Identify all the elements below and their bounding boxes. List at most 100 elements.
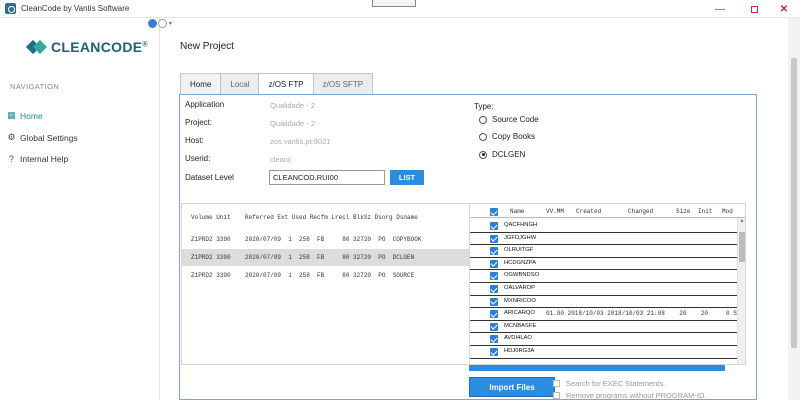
member-row[interactable]: MCNBASFE — [470, 321, 737, 334]
back-icon — [148, 19, 157, 28]
zos-ftp-panel: Application Qualidade - 2 Project: Quali… — [179, 94, 757, 400]
radio-icon — [479, 150, 487, 159]
member-name: ARICARQO — [504, 310, 535, 317]
radio-label: DCLGEN — [492, 150, 526, 159]
checkbox — [553, 380, 560, 387]
sidebar: CLEANCODE® NAVIGATION ▦ Home ⚙ Global Se… — [0, 18, 160, 400]
scrollbar-thumb[interactable] — [791, 58, 797, 348]
window-title: CleanCode by Vantis Software — [21, 4, 130, 13]
member-checkbox[interactable] — [490, 222, 498, 230]
sidebar-item-home[interactable]: ▦ Home — [7, 110, 42, 121]
member-row[interactable]: OLRUITGF — [470, 245, 737, 258]
column-mod: Mod — [722, 208, 733, 215]
member-checkbox[interactable] — [490, 335, 498, 344]
sidebar-item-global-settings[interactable]: ⚙ Global Settings — [7, 132, 78, 143]
import-files-button[interactable]: Import Files — [469, 377, 555, 397]
member-name: OGWBNDSO — [504, 272, 540, 279]
host-value: zos.vantis.pt:9021 — [270, 137, 331, 146]
dataset-row[interactable]: Z1PRD2 3390 2020/07/09 1 258 FB 80 32720… — [182, 231, 469, 248]
main-scrollbar[interactable] — [788, 18, 800, 400]
member-row[interactable]: OALVAROP — [470, 283, 737, 296]
radio-icon — [479, 115, 487, 124]
member-row[interactable]: QACFHNGH — [470, 220, 737, 233]
member-checkbox[interactable] — [490, 322, 498, 331]
tab-zos-ftp[interactable]: z/OS FTP — [258, 73, 314, 95]
column-changed: Changed — [628, 208, 654, 215]
radio-label: Copy Books — [492, 132, 536, 141]
option-search-exec[interactable]: Search for EXEC Statements. — [553, 379, 665, 388]
member-checkbox[interactable] — [490, 259, 498, 268]
member-checkbox[interactable] — [490, 310, 498, 319]
application-label: Application — [185, 100, 225, 109]
column-init: Init — [698, 208, 713, 215]
maximize-button[interactable] — [737, 0, 771, 18]
minimize-button[interactable]: — — [703, 0, 737, 18]
member-name: AVDI4LAO — [504, 335, 532, 342]
title-drag-handle[interactable] — [372, 0, 416, 7]
member-list-header: Name VV.MM Created Changed Size Init Mod — [470, 206, 745, 218]
radio-copy-books[interactable]: Copy Books — [479, 132, 535, 141]
close-icon: ✕ — [779, 3, 789, 15]
member-row[interactable]: JGFDJGHW — [470, 233, 737, 246]
member-checkbox[interactable] — [490, 297, 498, 306]
member-name: HDJ0RG3A — [504, 348, 535, 354]
option-remove-no-program-id[interactable]: Remove programs without PROGRAM-ID. — [553, 391, 706, 400]
member-row[interactable]: MXNRICOO — [470, 296, 737, 309]
tab-home[interactable]: Home — [180, 73, 222, 94]
scrollbar-thumb[interactable] — [739, 232, 745, 262]
member-details: 01.00 2018/10/03 2018/10/03 21:08 20 20 … — [546, 310, 741, 318]
select-all-checkbox[interactable] — [490, 208, 498, 216]
column-created: Created — [576, 208, 602, 215]
member-name: OALVAROP — [504, 285, 536, 291]
userid-label: Userid: — [185, 154, 211, 163]
logo-text: CLEANCODE — [51, 39, 143, 55]
sidebar-item-internal-help[interactable]: ? Internal Help — [7, 154, 68, 164]
type-label: Type: — [474, 102, 494, 111]
minimize-icon: — — [715, 3, 725, 15]
member-checkbox[interactable] — [490, 348, 498, 356]
dataset-list[interactable]: Volume Unit Referred Ext Used Recfm Lrec… — [181, 203, 470, 365]
member-row[interactable]: ARICARQO 01.00 2018/10/03 2018/10/03 21:0… — [470, 308, 741, 321]
tab-local[interactable]: Local — [220, 73, 260, 94]
close-button[interactable]: ✕ — [767, 0, 800, 18]
list-button[interactable]: LIST — [390, 170, 424, 185]
app-icon — [5, 3, 16, 14]
member-row[interactable]: AVDI4LAO — [470, 333, 737, 346]
registered-mark: ® — [142, 41, 148, 49]
radio-dclgen[interactable]: DCLGEN — [479, 150, 525, 159]
project-value: Qualidade - 2 — [270, 119, 316, 128]
member-checkbox[interactable] — [490, 247, 498, 256]
member-name: OLRUITGF — [504, 247, 534, 254]
application-value: Qualidade - 2 — [270, 101, 316, 110]
option-label: Search for EXEC Statements. — [566, 379, 666, 388]
dataset-level-label: Dataset Level — [185, 173, 234, 182]
member-list[interactable]: Name VV.MM Created Changed Size Init Mod… — [469, 203, 746, 365]
dataset-row[interactable]: Z1PRD2 3390 2020/07/09 1 258 FB 80 32720… — [182, 249, 469, 266]
member-list-scrollbar[interactable]: ▲ — [737, 218, 745, 364]
tab-zos-sftp[interactable]: z/OS SFTP — [312, 73, 374, 94]
member-name: JGFDJGHW — [504, 234, 537, 241]
scroll-up-icon[interactable]: ▲ — [738, 218, 745, 224]
member-row[interactable]: HCDGNZPA — [470, 258, 737, 271]
member-checkbox[interactable] — [490, 234, 498, 243]
horizontal-scrollbar[interactable] — [469, 365, 725, 371]
column-name: Name — [510, 208, 525, 215]
sidebar-item-label: Global Settings — [20, 132, 78, 143]
member-checkbox[interactable] — [490, 285, 498, 293]
gear-icon: ⚙ — [7, 132, 16, 142]
member-row[interactable]: HDJ0RG3A — [470, 346, 737, 359]
cleancode-logo-icon — [25, 38, 48, 56]
radio-source-code[interactable]: Source Code — [479, 115, 539, 124]
host-label: Host: — [185, 136, 204, 145]
dataset-row[interactable]: Z1PRD2 3390 2020/07/09 1 258 FB 80 32720… — [182, 267, 469, 284]
nav-heading: NAVIGATION — [10, 82, 60, 91]
dataset-level-input[interactable] — [269, 170, 385, 185]
member-name: MCNBASFE — [504, 322, 537, 329]
member-row[interactable]: OGWBNDSO — [470, 270, 737, 283]
nav-back-control[interactable]: ▾ — [148, 19, 172, 28]
sidebar-item-label: Internal Help — [20, 154, 69, 164]
column-vvmm: VV.MM — [546, 208, 565, 215]
column-size: Size — [676, 208, 691, 215]
question-icon: ? — [8, 154, 14, 164]
member-checkbox[interactable] — [490, 272, 498, 281]
